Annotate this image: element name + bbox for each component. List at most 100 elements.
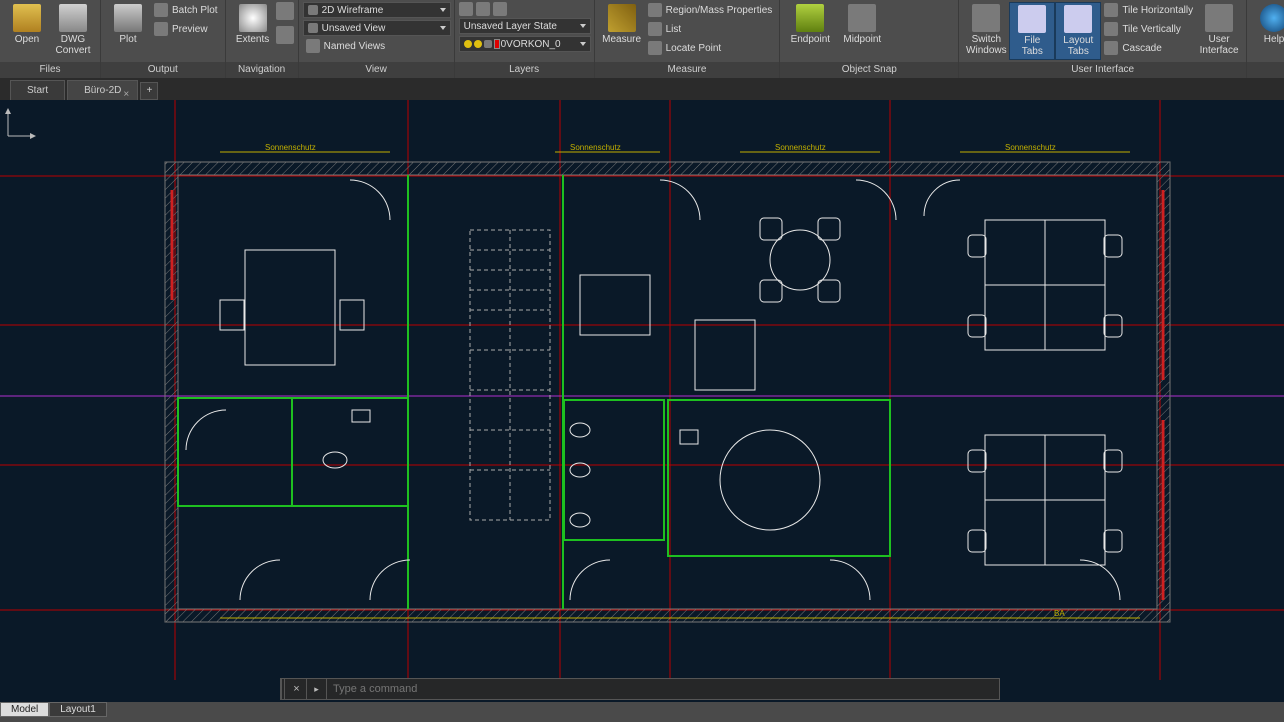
open-label: Open (15, 34, 39, 45)
panel-title-navigation: Navigation (226, 62, 298, 78)
region-props-button[interactable]: Region/Mass Properties (645, 2, 776, 18)
batch-plot-icon (154, 3, 168, 17)
command-recent-icon[interactable]: ▸ (307, 679, 327, 699)
help-button[interactable]: Help (1251, 2, 1284, 47)
dwg-convert-icon (59, 4, 87, 32)
panel-navigation: Extents Navigation (226, 0, 299, 78)
panel-view: 2D Wireframe Unsaved View Named Views Vi… (299, 0, 455, 78)
tab-start[interactable]: Start (10, 80, 65, 100)
measure-label: Measure (602, 34, 641, 45)
switch-label: Switch Windows (966, 34, 1007, 56)
plot-button[interactable]: Plot (105, 2, 151, 47)
layer-state-dropdown[interactable]: Unsaved Layer State (459, 18, 591, 34)
help-icon (1260, 4, 1284, 32)
drawing-canvas[interactable]: Sonnenschutz Sonnenschutz Sonnenschutz S… (0, 100, 1284, 680)
panel-title-view: View (299, 62, 454, 78)
panel-title-ui: User Interface (959, 62, 1246, 78)
command-input[interactable] (327, 683, 999, 695)
tab-doc-label: Büro-2D (84, 85, 121, 96)
ui-icon (1205, 4, 1233, 32)
view-dropdown[interactable]: Unsaved View (303, 20, 451, 36)
batch-plot-label: Batch Plot (172, 5, 218, 16)
sun-label-3: Sonnenschutz (775, 143, 826, 152)
layer-state-label: Unsaved Layer State (464, 21, 557, 32)
plot-label: Plot (119, 34, 136, 45)
locate-icon (648, 41, 662, 55)
cascade-icon (1104, 41, 1118, 55)
file-tabs-icon (1018, 5, 1046, 33)
file-tabs-toggle[interactable]: File Tabs (1009, 2, 1055, 60)
list-button[interactable]: List (645, 21, 776, 37)
orbit-icon[interactable] (276, 26, 294, 44)
command-line[interactable]: × ▸ (280, 678, 1000, 700)
osnap-midpoint-button[interactable]: Midpoint (836, 2, 888, 47)
close-icon[interactable]: × (123, 85, 133, 95)
floorplan-svg: Sonnenschutz Sonnenschutz Sonnenschutz S… (0, 100, 1284, 680)
tile-v-icon (1104, 22, 1118, 36)
command-close-icon[interactable]: × (287, 679, 307, 699)
layer-dropdown[interactable]: 0VORKON_0 (459, 36, 591, 52)
panel-title-help: Help (1247, 62, 1284, 78)
layer-freeze-icon[interactable] (476, 2, 490, 16)
tab-document[interactable]: Büro-2D × (67, 80, 138, 100)
tile-h-label: Tile Horizontally (1122, 5, 1193, 16)
endpoint-icon (796, 4, 824, 32)
tab-model-label: Model (11, 704, 38, 715)
panel-title-files: Files (0, 62, 100, 78)
bulb-icon (464, 40, 472, 48)
ui-label: User Interface (1200, 34, 1239, 56)
layer-lock-icon[interactable] (493, 2, 507, 16)
panel-layers: Unsaved Layer State 0VORKON_0 Layers (455, 0, 595, 78)
ba-label: BA (1054, 609, 1065, 618)
osnap-endpoint-button[interactable]: Endpoint (784, 2, 836, 47)
file-tab-bar: Start Büro-2D × + (0, 78, 1284, 100)
layer-props-icon[interactable] (459, 2, 473, 16)
preview-label: Preview (172, 24, 208, 35)
midpoint-label: Midpoint (843, 34, 881, 45)
list-icon (648, 22, 662, 36)
sun-icon (474, 40, 482, 48)
open-button[interactable]: Open (4, 2, 50, 47)
measure-button[interactable]: Measure (599, 2, 645, 47)
user-interface-button[interactable]: User Interface (1196, 2, 1242, 58)
file-tabs-label: File Tabs (1014, 35, 1050, 57)
batch-plot-button[interactable]: Batch Plot (151, 2, 221, 18)
sun-label-1: Sonnenschutz (265, 143, 316, 152)
cascade-button[interactable]: Cascade (1101, 40, 1196, 56)
dwg-convert-label: DWG Convert (55, 34, 90, 56)
switch-windows-button[interactable]: Switch Windows (963, 2, 1009, 58)
preview-icon (154, 22, 168, 36)
locate-point-button[interactable]: Locate Point (645, 40, 776, 56)
panel-title-measure: Measure (595, 62, 780, 78)
tab-layout1[interactable]: Layout1 (49, 702, 107, 717)
named-views-icon (306, 39, 320, 53)
dwg-convert-button[interactable]: DWG Convert (50, 2, 96, 58)
extents-button[interactable]: Extents (230, 2, 276, 47)
named-views-label: Named Views (324, 41, 386, 52)
ruler-icon (608, 4, 636, 32)
tile-v-label: Tile Vertically (1122, 24, 1181, 35)
visual-style-label: 2D Wireframe (322, 5, 384, 16)
tile-v-button[interactable]: Tile Vertically (1101, 21, 1196, 37)
chevron-down-icon (440, 26, 446, 30)
tab-start-label: Start (27, 85, 48, 96)
sun-label-2: Sonnenschutz (570, 143, 621, 152)
extents-label: Extents (236, 34, 269, 45)
tile-h-button[interactable]: Tile Horizontally (1101, 2, 1196, 18)
tab-layout1-label: Layout1 (60, 704, 96, 715)
layout-tabs-label: Layout Tabs (1063, 35, 1093, 57)
tile-h-icon (1104, 3, 1118, 17)
preview-button[interactable]: Preview (151, 21, 221, 37)
extents-icon (239, 4, 267, 32)
tab-add-button[interactable]: + (140, 82, 158, 100)
lock-icon (484, 40, 492, 48)
tab-model[interactable]: Model (0, 702, 49, 717)
layout-tabs-toggle[interactable]: Layout Tabs (1055, 2, 1101, 60)
chevron-down-icon (580, 24, 586, 28)
visual-style-dropdown[interactable]: 2D Wireframe (303, 2, 451, 18)
endpoint-label: Endpoint (791, 34, 830, 45)
pan-icon[interactable] (276, 2, 294, 20)
view-icon (308, 23, 318, 33)
list-label: List (666, 24, 682, 35)
named-views-button[interactable]: Named Views (303, 38, 450, 54)
